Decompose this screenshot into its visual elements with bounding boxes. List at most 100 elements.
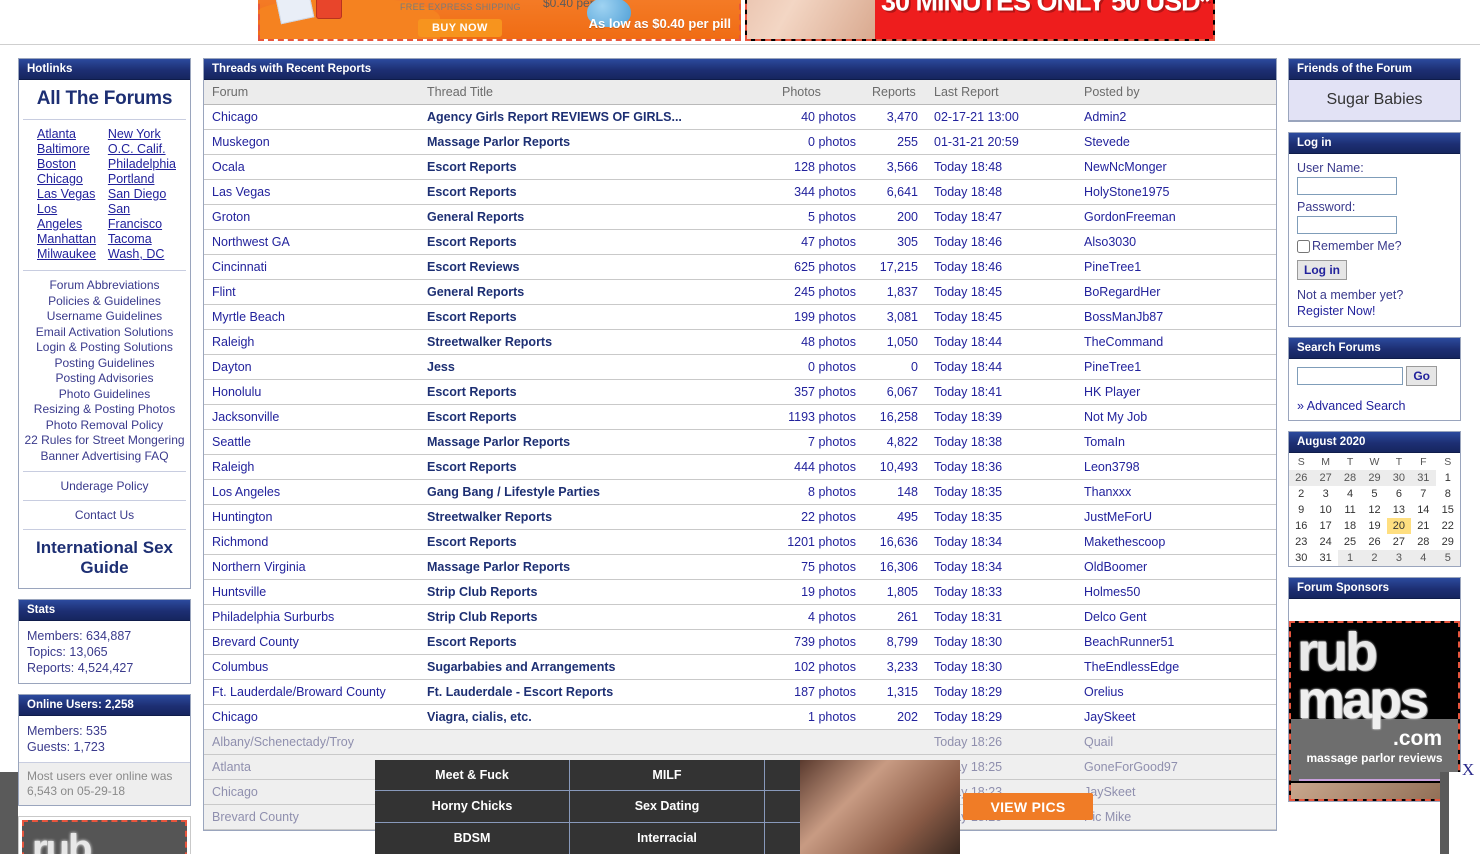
search-go-button[interactable]: Go — [1406, 366, 1438, 386]
calendar-day[interactable]: 18 — [1338, 518, 1362, 534]
advanced-search-link[interactable]: » Advanced Search — [1297, 399, 1405, 413]
row-posted-by[interactable]: Quail — [1076, 729, 1276, 755]
table-row[interactable]: Raleigh Escort Reports 444 photos 10,493 Tod… — [204, 454, 1276, 480]
row-posted-by[interactable]: JustMeForU — [1076, 504, 1276, 530]
username-input[interactable] — [1297, 177, 1397, 195]
row-forum[interactable]: Chicago — [204, 104, 419, 130]
calendar-day[interactable]: 24 — [1313, 534, 1337, 550]
row-thread-title[interactable] — [419, 729, 774, 755]
calendar-day[interactable]: 28 — [1411, 534, 1435, 550]
row-thread-title[interactable]: Escort Reports — [419, 629, 774, 655]
row-forum[interactable]: Ft. Lauderdale/Broward County — [204, 679, 419, 705]
city-link-los-angeles[interactable]: Los Angeles — [37, 202, 100, 232]
calendar-day[interactable]: 10 — [1313, 502, 1337, 518]
row-forum[interactable]: Cincinnati — [204, 254, 419, 280]
calendar-day[interactable]: 3 — [1313, 486, 1337, 502]
city-link-tacoma[interactable]: Tacoma — [108, 232, 176, 247]
row-posted-by[interactable]: BossManJb87 — [1076, 304, 1276, 330]
row-posted-by[interactable]: TheEndlessEdge — [1076, 654, 1276, 680]
city-link-manhattan[interactable]: Manhattan — [37, 232, 100, 247]
row-thread-title[interactable]: Jess — [419, 354, 774, 380]
row-posted-by[interactable]: Also3030 — [1076, 229, 1276, 255]
link-banner-advertising-faq[interactable]: Banner Advertising FAQ — [23, 449, 186, 465]
table-row[interactable]: Cincinnati Escort Reviews 625 photos 17,215… — [204, 254, 1276, 280]
row-posted-by[interactable]: Admin2 — [1076, 104, 1276, 130]
table-row[interactable]: Ft. Lauderdale/Broward County Ft. Lauderd… — [204, 679, 1276, 705]
calendar-day[interactable]: 29 — [1362, 470, 1387, 486]
row-posted-by[interactable]: PineTree1 — [1076, 254, 1276, 280]
row-thread-title[interactable]: General Reports — [419, 204, 774, 230]
row-posted-by[interactable]: BoRegardHer — [1076, 279, 1276, 305]
calendar-day[interactable]: 8 — [1436, 486, 1460, 502]
overlay-ad-link-4[interactable]: Sex Dating — [570, 791, 765, 823]
link-policies-guidelines[interactable]: Policies & Guidelines — [23, 294, 186, 310]
table-row[interactable]: Los Angeles Gang Bang / Lifestyle Parties… — [204, 479, 1276, 505]
calendar-day[interactable]: 19 — [1362, 518, 1386, 534]
row-forum[interactable]: Brevard County — [204, 629, 419, 655]
row-thread-title[interactable]: Escort Reports — [419, 404, 774, 430]
row-thread-title[interactable]: Ft. Lauderdale - Escort Reports — [419, 679, 774, 705]
city-link-milwaukee[interactable]: Milwaukee — [37, 247, 100, 262]
row-forum[interactable]: Muskegon — [204, 129, 419, 155]
row-posted-by[interactable]: PineTree1 — [1076, 354, 1276, 380]
table-row[interactable]: Jacksonville Escort Reports 1193 photos 16,… — [204, 404, 1276, 430]
row-forum[interactable]: Raleigh — [204, 454, 419, 480]
table-row[interactable]: Flint General Reports 245 photos 1,837 Today… — [204, 279, 1276, 305]
row-thread-title[interactable]: Escort Reports — [419, 304, 774, 330]
calendar-day[interactable]: 1 — [1436, 470, 1460, 486]
close-icon[interactable]: X — [1462, 760, 1474, 780]
calendar-day[interactable]: 9 — [1289, 502, 1313, 518]
left-sponsor-ad[interactable]: rub — [18, 816, 191, 854]
col-photos[interactable]: Photos — [774, 80, 864, 105]
calendar-day[interactable]: 25 — [1338, 534, 1362, 550]
link-photo-guidelines[interactable]: Photo Guidelines — [23, 387, 186, 403]
row-posted-by[interactable]: Not My Job — [1076, 404, 1276, 430]
calendar-day[interactable]: 5 — [1435, 550, 1460, 566]
row-thread-title[interactable]: Escort Reports — [419, 529, 774, 555]
col-forum[interactable]: Forum — [204, 80, 419, 105]
row-posted-by[interactable]: TheCommand — [1076, 329, 1276, 355]
calendar-day[interactable]: 27 — [1313, 470, 1338, 486]
overlay-ad-link-1[interactable]: MILF — [570, 760, 765, 792]
city-link-oc-calif[interactable]: O.C. Calif. — [108, 142, 176, 157]
table-row[interactable]: Honolulu Escort Reports 357 photos 6,067 Tod… — [204, 379, 1276, 405]
table-row[interactable]: Philadelphia Surburbs Strip Club Reports 4… — [204, 604, 1276, 630]
calendar-day[interactable]: 5 — [1362, 486, 1386, 502]
link-underage-policy[interactable]: Underage Policy — [60, 479, 148, 493]
ad-banner-pharmacy[interactable]: FREE EXPRESS SHIPPING $0.40 per pill BUY… — [258, 0, 741, 41]
link-login-posting[interactable]: Login & Posting Solutions — [23, 340, 186, 356]
table-row[interactable]: Raleigh Streetwalker Reports 48 photos 1,05… — [204, 329, 1276, 355]
city-link-san-diego[interactable]: San Diego — [108, 187, 176, 202]
search-input[interactable] — [1297, 367, 1403, 385]
calendar-day[interactable]: 30 — [1289, 550, 1313, 566]
row-thread-title[interactable]: Gang Bang / Lifestyle Parties — [419, 479, 774, 505]
row-thread-title[interactable]: Escort Reports — [419, 154, 774, 180]
overlay-ad-link-0[interactable]: Meet & Fuck — [375, 760, 570, 792]
table-row[interactable]: Ocala Escort Reports 128 photos 3,566 Today … — [204, 154, 1276, 180]
table-row[interactable]: Richmond Escort Reports 1201 photos 16,636 T… — [204, 529, 1276, 555]
row-thread-title[interactable]: Escort Reviews — [419, 254, 774, 280]
row-thread-title[interactable]: Streetwalker Reports — [419, 504, 774, 530]
row-forum[interactable]: Groton — [204, 204, 419, 230]
row-thread-title[interactable]: Sugarbabies and Arrangements — [419, 654, 774, 680]
calendar-day[interactable]: 30 — [1386, 470, 1412, 486]
row-thread-title[interactable]: Escort Reports — [419, 229, 774, 255]
calendar-day[interactable]: 31 — [1313, 550, 1337, 566]
password-input[interactable] — [1297, 216, 1397, 234]
link-resizing-photos[interactable]: Resizing & Posting Photos — [23, 402, 186, 418]
row-forum[interactable]: Myrtle Beach — [204, 304, 419, 330]
row-forum[interactable]: Northwest GA — [204, 229, 419, 255]
calendar-day[interactable]: 27 — [1387, 534, 1411, 550]
col-thread-title[interactable]: Thread Title — [419, 80, 774, 105]
table-row[interactable]: Seattle Massage Parlor Reports 7 photos 4,8… — [204, 429, 1276, 455]
calendar-day[interactable]: 2 — [1289, 486, 1313, 502]
row-forum[interactable]: Columbus — [204, 654, 419, 680]
row-forum[interactable]: Los Angeles — [204, 479, 419, 505]
table-row[interactable]: Northwest GA Escort Reports 47 photos 305 To… — [204, 229, 1276, 255]
calendar-day[interactable]: 26 — [1289, 470, 1314, 486]
row-posted-by[interactable]: HolyStone1975 — [1076, 179, 1276, 205]
row-thread-title[interactable]: Streetwalker Reports — [419, 329, 774, 355]
row-forum[interactable]: Huntington — [204, 504, 419, 530]
row-thread-title[interactable]: Strip Club Reports — [419, 604, 774, 630]
calendar-day[interactable]: 4 — [1338, 486, 1362, 502]
